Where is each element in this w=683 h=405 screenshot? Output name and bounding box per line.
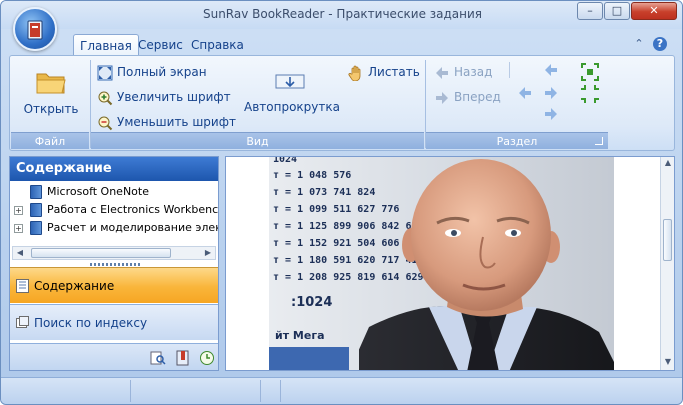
tree-horizontal-scrollbar[interactable]: ◀ ▶: [12, 246, 216, 260]
fullscreen-label: Полный экран: [117, 65, 207, 79]
status-segment: [261, 380, 281, 402]
nav-contents-label: Содержание: [34, 279, 115, 293]
flip-button[interactable]: Листать: [348, 62, 420, 82]
tree-item[interactable]: Microsoft OneNote: [10, 183, 218, 201]
nav-index-label: Поиск по индексу: [34, 316, 148, 330]
tab-help[interactable]: Справка: [185, 34, 250, 56]
fullscreen-icon: [97, 65, 113, 80]
tree-item[interactable]: + Работа с Electronics Workbench: [10, 201, 218, 219]
title-bar: SunRav BookReader - Практические задания…: [1, 1, 682, 29]
expand-plus-icon[interactable]: +: [14, 224, 23, 233]
scroll-thumb[interactable]: [663, 219, 672, 261]
minimize-icon: –: [587, 4, 593, 17]
arrow-left-icon: [436, 66, 448, 79]
photo-text-line: 1024: [273, 157, 298, 165]
book-reader-icon: [27, 20, 43, 40]
dialog-launcher-icon[interactable]: [595, 137, 603, 145]
book-icon: [30, 221, 42, 235]
zoom-out-icon: [98, 116, 113, 130]
photo-text-line: т = 1 048 576: [273, 170, 352, 181]
contents-tree: Microsoft OneNote + Работа с Electronics…: [10, 183, 218, 245]
forward-button[interactable]: Вперед: [434, 87, 501, 107]
tree-item-label: Работа с Electronics Workbench: [47, 203, 218, 216]
scroll-down-icon[interactable]: ▼: [661, 356, 674, 368]
photo-caption: йт Мега: [275, 329, 325, 342]
forward-label: Вперед: [454, 90, 501, 104]
minimize-button[interactable]: –: [577, 2, 603, 20]
index-search-icon: [16, 316, 29, 328]
tree-item-label: Расчет и моделирование электро: [47, 221, 218, 234]
status-bar: [1, 377, 682, 404]
expand-all-icon[interactable]: [580, 62, 600, 82]
app-window: SunRav BookReader - Практические задания…: [0, 0, 683, 405]
close-icon: ✕: [649, 4, 659, 17]
contents-icon: [16, 279, 29, 293]
document-view[interactable]: 1024 т = 1 048 576 т = 1 073 741 824 т =…: [225, 156, 675, 371]
close-button[interactable]: ✕: [631, 2, 677, 20]
photo-big-text: :1024: [291, 295, 333, 310]
font-decrease-label: Уменьшить шрифт: [117, 115, 236, 129]
app-menu-button[interactable]: [13, 7, 57, 51]
first-section-icon[interactable]: [517, 85, 533, 101]
font-decrease-button[interactable]: Уменьшить шрифт: [97, 112, 236, 132]
font-increase-button[interactable]: Увеличить шрифт: [97, 87, 231, 107]
font-increase-label: Увеличить шрифт: [117, 90, 231, 104]
last-section-icon[interactable]: [543, 106, 559, 122]
back-button[interactable]: Назад: [434, 62, 492, 82]
scroll-thumb[interactable]: [31, 248, 171, 258]
status-segment: [131, 380, 261, 402]
book-icon: [30, 185, 42, 199]
arrow-right-icon: [436, 91, 448, 104]
book-icon: [30, 203, 42, 217]
contents-panel: Содержание Microsoft OneNote + Работа с …: [9, 156, 219, 371]
autoscroll-label: Автопрокрутка: [244, 100, 340, 114]
open-label: Открыть: [23, 102, 79, 116]
status-segment: [1, 380, 131, 402]
maximize-icon: □: [611, 4, 623, 17]
maximize-button[interactable]: □: [604, 2, 630, 20]
collapse-all-icon[interactable]: [580, 84, 600, 104]
file-group-label: Файл: [11, 132, 89, 149]
flip-label: Листать: [368, 65, 420, 79]
folder-icon: [36, 73, 66, 94]
autoscroll-icon: [275, 74, 305, 89]
panel-splitter[interactable]: [90, 263, 140, 266]
photo-banner: [269, 347, 349, 370]
document-vertical-scrollbar[interactable]: ▲ ▼: [660, 157, 674, 370]
section-group-label: Раздел: [426, 132, 608, 149]
help-icon[interactable]: ?: [653, 37, 667, 51]
prev-section-icon[interactable]: [543, 62, 559, 78]
open-button[interactable]: Открыть: [16, 64, 86, 128]
tree-item[interactable]: + Расчет и моделирование электро: [10, 219, 218, 237]
view-group-label: Вид: [91, 132, 424, 149]
zoom-in-icon: [98, 91, 113, 105]
bookmarks-icon[interactable]: [175, 350, 191, 366]
back-label: Назад: [454, 65, 493, 79]
search-icon[interactable]: [150, 350, 166, 366]
autoscroll-button[interactable]: Автопрокрутка: [244, 70, 340, 122]
collapse-ribbon-icon[interactable]: ⌃: [632, 37, 646, 51]
document-photo: 1024 т = 1 048 576 т = 1 073 741 824 т =…: [269, 157, 614, 370]
scroll-up-icon[interactable]: ▲: [661, 157, 674, 169]
fullscreen-button[interactable]: Полный экран: [97, 62, 207, 82]
history-icon[interactable]: [199, 350, 215, 366]
contents-panel-header: Содержание: [10, 157, 218, 181]
nav-bottom-bar: [10, 343, 218, 370]
nav-index-button[interactable]: Поиск по индексу: [10, 304, 218, 340]
tab-service[interactable]: Сервис: [132, 34, 189, 56]
scroll-left-icon[interactable]: ◀: [13, 247, 27, 259]
hand-icon: [348, 65, 361, 81]
next-section-icon[interactable]: [543, 85, 559, 101]
separator: [509, 62, 510, 78]
expand-plus-icon[interactable]: +: [14, 206, 23, 215]
tree-item-label: Microsoft OneNote: [47, 185, 149, 198]
scroll-right-icon[interactable]: ▶: [201, 247, 215, 259]
person-portrait: [359, 159, 614, 370]
ribbon: Открыть Файл Полный экран Увеличить шриф…: [9, 55, 675, 151]
nav-contents-button[interactable]: Содержание: [10, 267, 218, 303]
tab-home[interactable]: Главная: [73, 34, 139, 56]
